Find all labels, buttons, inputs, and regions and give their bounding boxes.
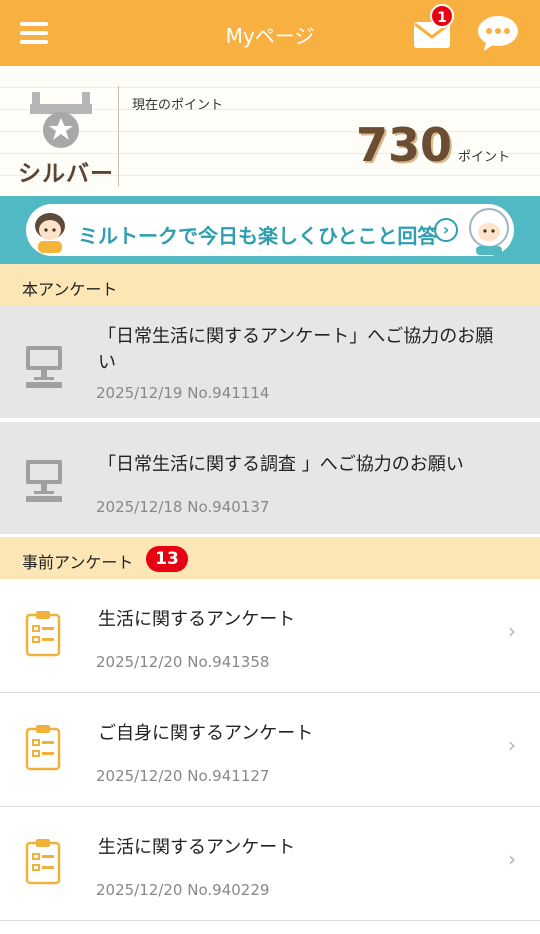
section-label: 事前アンケート (22, 553, 134, 572)
app-header: Myページ 1 (0, 0, 540, 66)
pre-survey-list-item[interactable]: ご自身に関するアンケート 2025/12/20 No.941127 › (0, 693, 540, 807)
survey-title: 「日常生活に関するアンケート」へご協力のお願い (98, 326, 494, 373)
character-left-icon (35, 213, 65, 253)
survey-list-item[interactable]: 「日常生活に関する調査 」へご協力のお願い 2025/12/18 No.9401… (0, 422, 540, 535)
survey-title: 生活に関するアンケート (98, 837, 296, 858)
clipboard-icon (25, 611, 61, 657)
clipboard-icon (25, 839, 61, 885)
chevron-right-icon: › (434, 218, 458, 242)
banner-text: ミルトークで今日も楽しくひとこと回答 (78, 224, 438, 248)
pc-monitor-icon (26, 346, 62, 388)
rank-label: シルバー (18, 161, 114, 187)
survey-number: No.941358 (187, 653, 270, 671)
pre-survey-list-item[interactable]: 生活に関するアンケート 2025/12/20 No.940229 › (0, 807, 540, 921)
survey-number: No.940229 (187, 881, 270, 899)
points-value: 730 (356, 118, 453, 172)
chevron-right-icon: › (508, 733, 516, 757)
pre-survey-section-header: 事前アンケート 13 (0, 537, 540, 579)
survey-title: ご自身に関するアンケート (98, 723, 314, 744)
pc-monitor-icon (26, 460, 62, 502)
survey-meta: 2025/12/19 No.941114 (96, 384, 269, 402)
survey-meta: 2025/12/18 No.940137 (96, 498, 269, 516)
survey-meta: 2025/12/20 No.941127 (96, 767, 269, 785)
pre-survey-list-item[interactable]: 生活に関するアンケート 2025/12/20 No.941358 › (0, 579, 540, 693)
pre-survey-count-badge: 13 (146, 546, 188, 572)
points-unit: ポイント (458, 150, 511, 165)
points-panel: シルバー 現在のポイント 730 ポイント (0, 66, 540, 196)
survey-list-item[interactable]: 「日常生活に関するアンケート」へご協力のお願い 2025/12/19 No.94… (0, 306, 540, 419)
survey-number: No.941127 (187, 767, 270, 785)
survey-number: No.940137 (187, 498, 270, 516)
miltalk-banner[interactable]: ミルトークで今日も楽しくひとこと回答 › (0, 196, 540, 264)
survey-meta: 2025/12/20 No.940229 (96, 881, 269, 899)
page-title: Myページ (225, 24, 315, 48)
survey-number: No.941114 (187, 384, 270, 402)
chevron-right-icon: › (508, 847, 516, 871)
main-survey-section-header: 本アンケート (0, 264, 540, 306)
chat-bubble-icon[interactable] (476, 14, 520, 52)
silver-rank-icon (30, 92, 92, 148)
section-label: 本アンケート (22, 280, 118, 299)
mail-unread-badge: 1 (430, 4, 454, 28)
banner-pill: ミルトークで今日も楽しくひとこと回答 › (26, 204, 514, 256)
points-divider (118, 86, 119, 186)
survey-date: 2025/12/20 (96, 881, 183, 899)
chevron-right-icon: › (508, 619, 516, 643)
clipboard-icon (25, 725, 61, 771)
points-caption: 現在のポイント (132, 98, 224, 113)
survey-meta: 2025/12/20 No.941358 (96, 653, 269, 671)
survey-title: 生活に関するアンケート (98, 609, 296, 630)
survey-date: 2025/12/18 (96, 498, 183, 516)
survey-date: 2025/12/19 (96, 384, 183, 402)
character-right-icon (469, 208, 509, 255)
survey-date: 2025/12/20 (96, 767, 183, 785)
survey-date: 2025/12/20 (96, 653, 183, 671)
survey-title: 「日常生活に関する調査 」へご協力のお願い (98, 454, 464, 475)
